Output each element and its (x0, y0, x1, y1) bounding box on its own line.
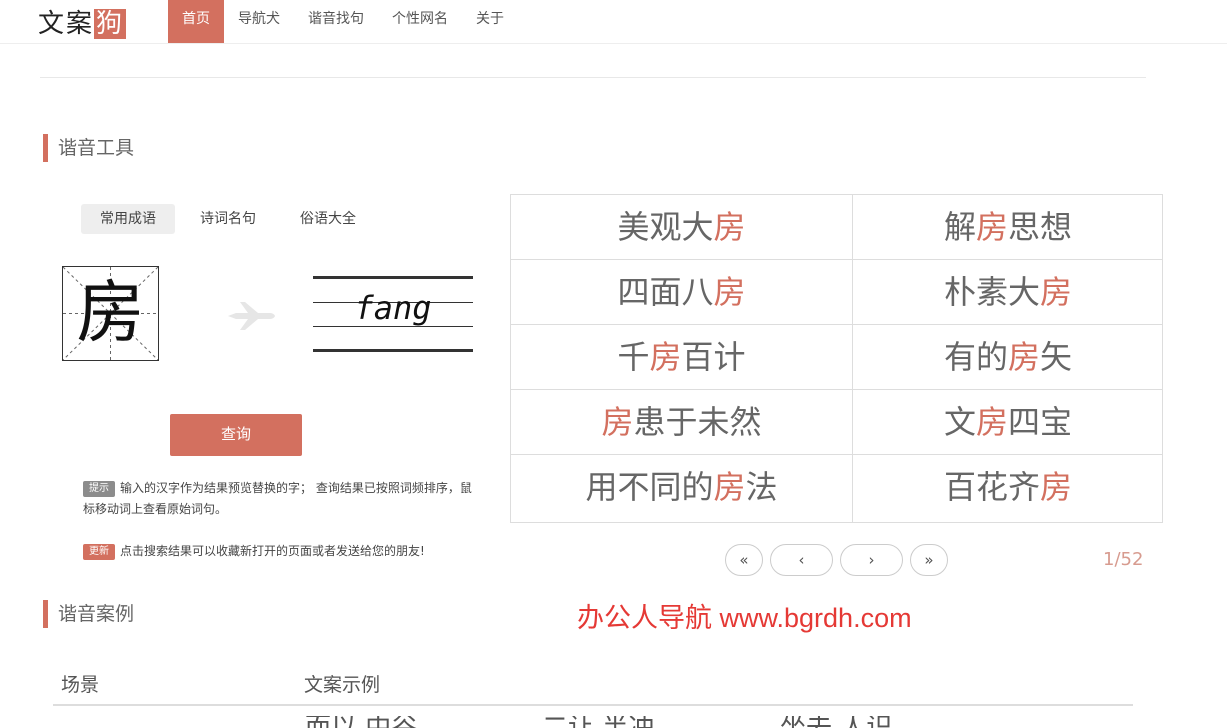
pinyin-line-bottom (313, 349, 473, 352)
pinyin-line-top (313, 276, 473, 279)
table-row: 而以 中谷 二让 半冲 坐去 人识 (300, 716, 1020, 728)
nav-item-homophone-search[interactable]: 谐音找句 (294, 0, 378, 43)
column-header-example: 文案示例 (304, 674, 381, 696)
tip-badge: 提示 (83, 481, 115, 497)
cutoff-text: 坐去 人识 (780, 716, 892, 728)
result-cell[interactable]: 房患于未然 (511, 390, 853, 455)
nav-item-about[interactable]: 关于 (462, 0, 518, 43)
result-cell[interactable]: 文房四宝 (853, 390, 1163, 455)
result-cell[interactable]: 百花齐房 (853, 455, 1163, 522)
result-cell[interactable]: 四面八房 (511, 260, 853, 325)
tab-poems[interactable]: 诗词名句 (181, 204, 275, 234)
input-character: 房 (76, 274, 145, 353)
pinyin-text: fang (354, 289, 432, 327)
logo-highlight: 狗 (94, 9, 127, 39)
result-cell[interactable]: 美观大房 (511, 195, 853, 260)
tip-text: 输入的汉字作为结果预览替换的字； 查询结果已按照词频排序，鼠标移动词上查看原始词… (83, 481, 472, 516)
nav-item-nicknames[interactable]: 个性网名 (378, 0, 462, 43)
section-title-tool: 谐音工具 (43, 134, 134, 162)
result-cell[interactable]: 有的房矢 (853, 325, 1163, 390)
nav-item-navigator[interactable]: 导航犬 (224, 0, 294, 43)
result-cell[interactable]: 解房思想 (853, 195, 1163, 260)
cutoff-text: 二让 半冲 (542, 716, 654, 728)
divider (40, 77, 1146, 78)
next-page-button[interactable]: › (840, 544, 903, 576)
cutoff-text: 而以 中谷 (305, 716, 417, 728)
section-title-cases: 谐音案例 (43, 600, 134, 628)
update-note: 更新 点击搜索结果可以收藏新打开的页面或者发送给您的朋友! (83, 541, 483, 562)
site-logo[interactable]: 文案狗 (38, 3, 127, 39)
tab-idioms[interactable]: 常用成语 (81, 204, 175, 234)
column-header-scene: 场景 (61, 674, 100, 696)
result-cell[interactable]: 千房百计 (511, 325, 853, 390)
prev-page-button[interactable]: ‹ (770, 544, 833, 576)
main-nav: 首页 导航犬 谐音找句 个性网名 关于 (168, 0, 518, 43)
top-navbar: 文案狗 首页 导航犬 谐音找句 个性网名 关于 (0, 0, 1227, 44)
update-text: 点击搜索结果可以收藏新打开的页面或者发送给您的朋友! (120, 544, 425, 558)
category-tabs: 常用成语 诗词名句 俗语大全 (81, 204, 381, 234)
airplane-icon (226, 300, 276, 336)
nav-item-home[interactable]: 首页 (168, 0, 224, 43)
tip-note: 提示 输入的汉字作为结果预览替换的字； 查询结果已按照词频排序，鼠标移动词上查看原… (83, 478, 483, 520)
pinyin-display: fang (313, 276, 473, 352)
result-cell[interactable]: 用不同的房法 (511, 455, 853, 522)
update-badge: 更新 (83, 544, 115, 560)
last-page-button[interactable]: » (910, 544, 948, 576)
result-cell[interactable]: 朴素大房 (853, 260, 1163, 325)
watermark-text: 办公人导航 www.bgrdh.com (577, 603, 912, 633)
results-grid: 美观大房 解房思想 四面八房 朴素大房 千房百计 有的房矢 房患于未然 文房四宝… (510, 194, 1163, 523)
first-page-button[interactable]: « (725, 544, 763, 576)
cases-table-header: 场景 文案示例 (53, 666, 1133, 706)
character-input-box[interactable]: 房 (62, 266, 159, 361)
tab-proverbs[interactable]: 俗语大全 (281, 204, 375, 234)
logo-text: 文案 (38, 9, 95, 39)
page-count: 1/52 (1103, 549, 1144, 570)
query-button[interactable]: 查询 (170, 414, 302, 456)
